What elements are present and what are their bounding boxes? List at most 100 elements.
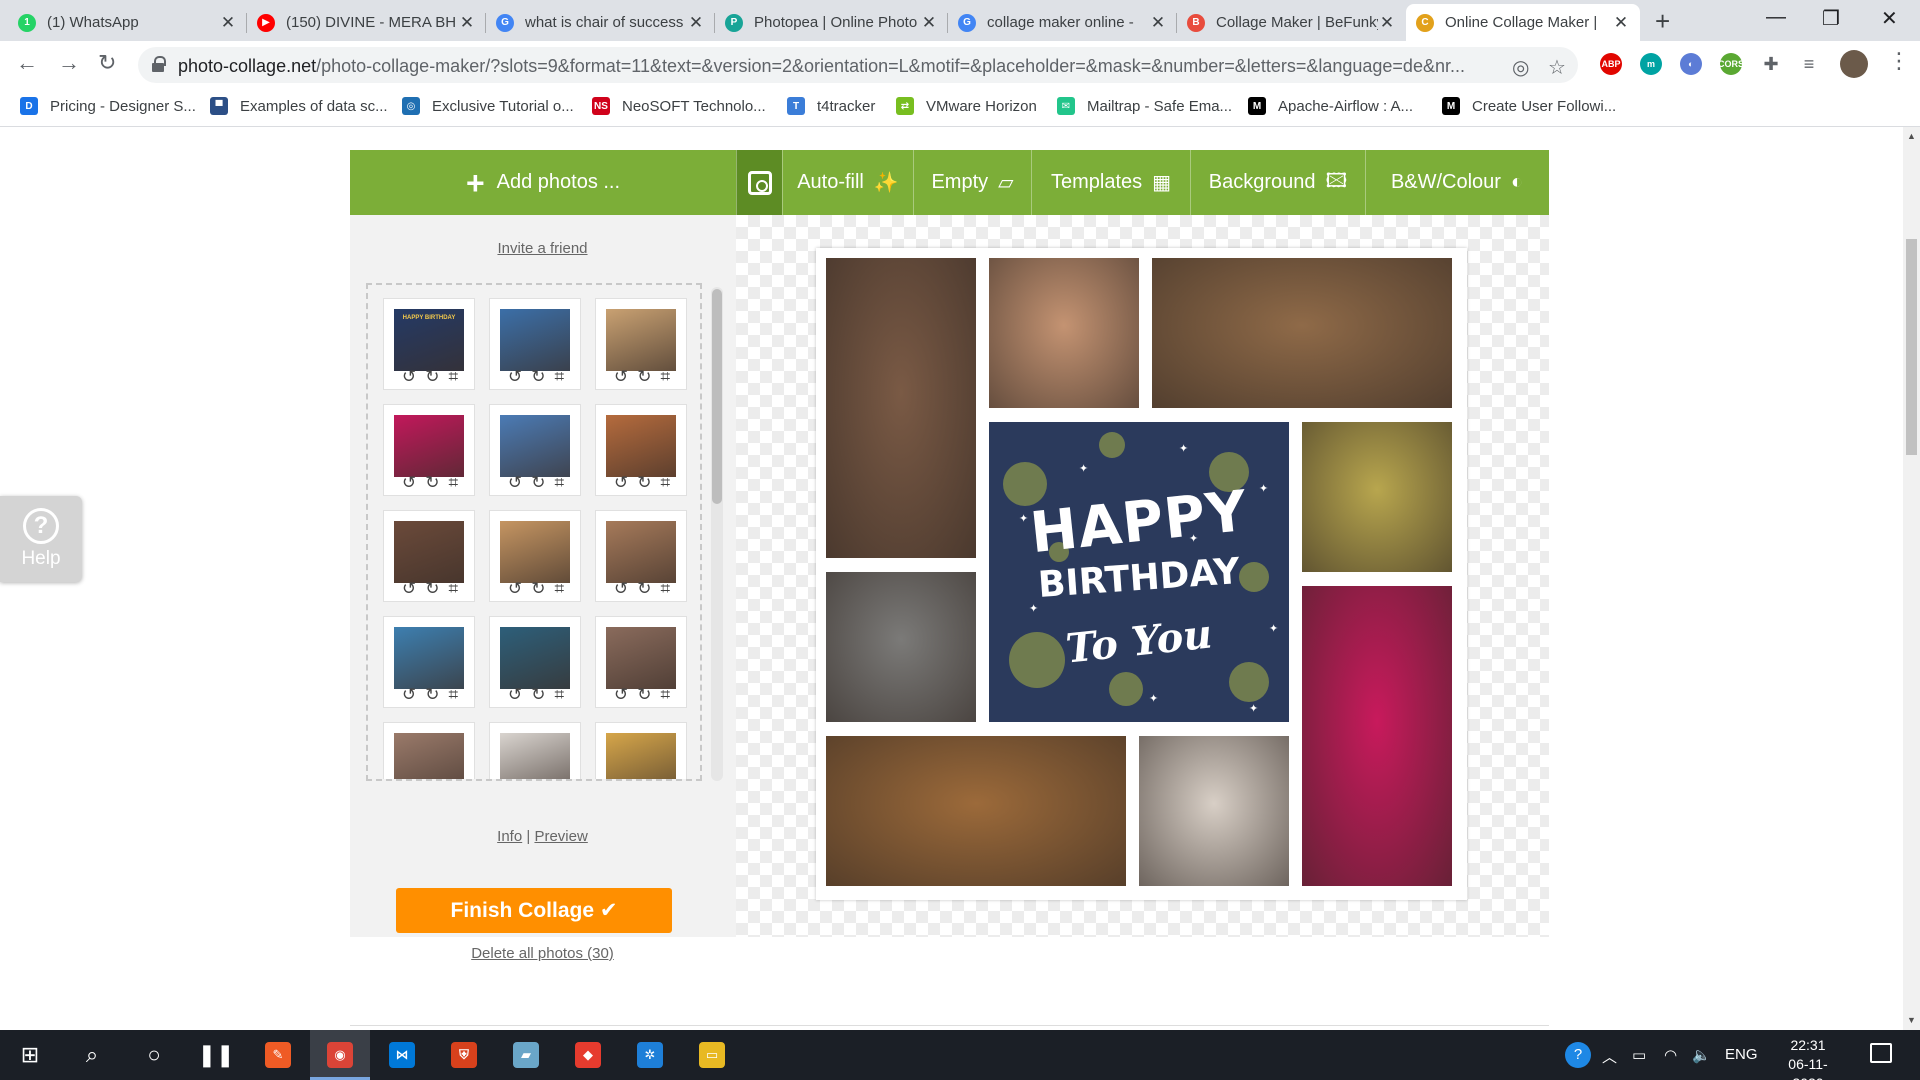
thumbnail-scrollbar-thumb[interactable] [712,289,722,504]
thumbnail-rotate-crop-controls[interactable]: ↺↻⌗ [596,579,688,599]
file-explorer-taskbar-button[interactable]: ▭ [682,1030,742,1080]
thumbnail-rotate-crop-controls[interactable]: ↺↻⌗ [490,367,582,387]
search-taskbar-button[interactable]: ⌕ [62,1030,122,1080]
scrollbar-thumb[interactable] [1906,239,1917,455]
collage-birthday-card[interactable]: HAPPY BIRTHDAY To You ✦ ✦ ✦ ✦ ✦ ✦ ✦ ✦ ✦ [989,422,1289,722]
close-window-button[interactable]: ✕ [1881,6,1898,31]
thumbnail-rotate-crop-controls[interactable]: ↺↻⌗ [384,367,476,387]
browser-tab[interactable]: Gcollage maker online - ✕ [948,4,1177,41]
browser-tab[interactable]: B Collage Maker | BeFunky ✕ [1177,4,1406,41]
bookmark-star-icon[interactable]: ☆ [1548,55,1566,80]
reload-icon[interactable]: ↻ [98,50,116,76]
browser-tab[interactable]: Gwhat is chair of success ✕ [486,4,715,41]
save-button[interactable] [736,150,782,215]
delete-all-photos-link[interactable]: Delete all photos (30) [350,945,735,962]
volume-icon[interactable]: 🔈 [1692,1046,1711,1064]
minimize-button[interactable]: — [1766,6,1786,29]
tracking-off-icon[interactable]: ◎ [1512,55,1529,80]
background-button[interactable]: Background 🖾 [1190,150,1365,215]
url-text[interactable]: photo-collage.net/photo-collage-maker/?s… [178,56,1498,77]
photo-thumbnail[interactable]: ↺↻⌗ [489,510,581,602]
windows-start-taskbar-button[interactable]: ⊞ [0,1030,60,1080]
tray-chevron-icon[interactable]: ︿ [1602,1046,1617,1067]
page-scrollbar[interactable]: ▲ ▼ [1903,127,1920,1030]
browser-tab[interactable]: C Online Collage Maker | ✕ [1406,4,1640,41]
bookmark-item[interactable]: D Pricing - Designer S... [20,97,196,115]
bookmark-item[interactable]: ⇄ VMware Horizon [896,97,1037,115]
thumbnail-scrollbar[interactable] [711,287,723,781]
photo-thumbnail[interactable]: HAPPY BIRTHDAY ↺↻⌗ [383,298,475,390]
vscode-taskbar-button[interactable]: ⋈ [372,1030,432,1080]
wifi-icon[interactable]: ◠ [1664,1046,1677,1064]
photo-thumbnail[interactable]: ↺↻⌗ [595,616,687,708]
photo-thumbnail[interactable]: ↺↻⌗ [383,404,475,496]
notifications-icon[interactable] [1870,1043,1892,1063]
photo-thumbnail[interactable]: ↺↻⌗ [489,722,581,779]
extension-globe-icon[interactable]: ◐ [1680,53,1702,75]
thumbnail-rotate-crop-controls[interactable]: ↺↻⌗ [596,685,688,705]
templates-button[interactable]: Templates ▦ [1031,150,1190,215]
thumbnail-rotate-crop-controls[interactable]: ↺↻⌗ [384,579,476,599]
thumbnail-rotate-crop-controls[interactable]: ↺↻⌗ [490,579,582,599]
autofill-button[interactable]: Auto-fill ✨ [782,150,913,215]
thumbnail-rotate-crop-controls[interactable]: ↺↻⌗ [596,473,688,493]
bookmark-item[interactable]: M Create User Followi... [1442,97,1616,115]
close-tab-icon[interactable]: ✕ [458,13,476,33]
close-tab-icon[interactable]: ✕ [219,13,237,33]
bookmark-item[interactable]: ▀ Examples of data sc... [210,97,388,115]
invite-friend-link[interactable]: Invite a friend [350,240,735,257]
cors-icon[interactable]: CORS [1718,53,1744,75]
new-tab-button[interactable]: + [1655,6,1670,37]
collage-photo-1[interactable] [826,258,976,558]
collage-photo-6[interactable] [1302,586,1452,886]
cortana-taskbar-button[interactable]: ○ [124,1030,184,1080]
collage-photo-3[interactable] [1152,258,1452,408]
photo-thumbnail[interactable]: ↺↻⌗ [595,404,687,496]
close-tab-icon[interactable]: ✕ [920,13,938,33]
extensions-icon[interactable]: ✚ [1760,53,1782,75]
thumbnail-rotate-crop-controls[interactable]: ↺↻⌗ [490,473,582,493]
info-link[interactable]: Info [497,828,522,845]
notepad-taskbar-button[interactable]: ▰ [496,1030,556,1080]
forward-icon[interactable]: → [58,50,80,76]
photo-thumbnail[interactable]: ↺↻⌗ [383,510,475,602]
empty-button[interactable]: Empty ▱ [913,150,1031,215]
back-icon[interactable]: ← [16,50,38,76]
chrome-menu-icon[interactable]: ⋮ [1888,48,1910,74]
close-tab-icon[interactable]: ✕ [1149,13,1167,33]
preview-link[interactable]: Preview [534,828,587,845]
browser-tab[interactable]: 1 (1) WhatsApp ✕ [8,4,247,41]
photo-thumbnail[interactable]: ↺↻⌗ [595,722,687,779]
thumbnail-rotate-crop-controls[interactable]: ↺↻⌗ [596,367,688,387]
collage-photo-7[interactable] [826,736,1126,886]
bw-colour-button[interactable]: B&W/Colour ◐ [1365,150,1548,215]
collage-photo-4[interactable] [1302,422,1452,572]
close-tab-icon[interactable]: ✕ [1612,13,1630,33]
photo-thumbnail[interactable]: ↺↻⌗ [489,404,581,496]
photo-thumbnail[interactable]: ↺↻⌗ [595,510,687,602]
postman-taskbar-button[interactable]: ✎ [248,1030,308,1080]
finish-collage-button[interactable]: Finish Collage ✔ [396,888,672,933]
language-indicator[interactable]: ENG [1725,1046,1758,1063]
photo-thumbnail[interactable]: ↺↻⌗ [595,298,687,390]
close-tab-icon[interactable]: ✕ [687,13,705,33]
bookmark-item[interactable]: M Apache-Airflow : A... [1248,97,1413,115]
help-button[interactable]: ? Help [0,496,82,582]
add-photos-button[interactable]: + Add photos ... [350,150,736,215]
bookmark-item[interactable]: ◎ Exclusive Tutorial o... [402,97,574,115]
bookmark-item[interactable]: NS NeoSOFT Technolo... [592,97,766,115]
browser-tab[interactable]: P Photopea | Online Photo ✕ [715,4,948,41]
reading-list-icon[interactable]: ≡ [1798,53,1820,75]
thumbnail-rotate-crop-controls[interactable]: ↺↻⌗ [384,685,476,705]
brave-taskbar-button[interactable]: ⛨ [434,1030,494,1080]
scroll-down-icon[interactable]: ▼ [1907,1015,1916,1025]
photo-thumbnail[interactable]: ↺↻⌗ [489,298,581,390]
collage-photo-5[interactable] [826,572,976,722]
scroll-up-icon[interactable]: ▲ [1907,131,1916,141]
help-tray-icon[interactable]: ? [1565,1042,1591,1068]
photo-thumbnail-list[interactable]: HAPPY BIRTHDAY ↺↻⌗ ↺↻⌗ ↺↻⌗ ↺↻⌗ ↺↻⌗ ↺↻⌗ ↺↻⌗ ↺↻⌗ ↺↻… [366,283,702,781]
profile-avatar[interactable] [1840,50,1868,78]
adblock-plus-icon[interactable]: ABP [1600,53,1622,75]
lock-icon[interactable] [152,56,166,72]
maximize-button[interactable]: ❐ [1822,6,1840,31]
